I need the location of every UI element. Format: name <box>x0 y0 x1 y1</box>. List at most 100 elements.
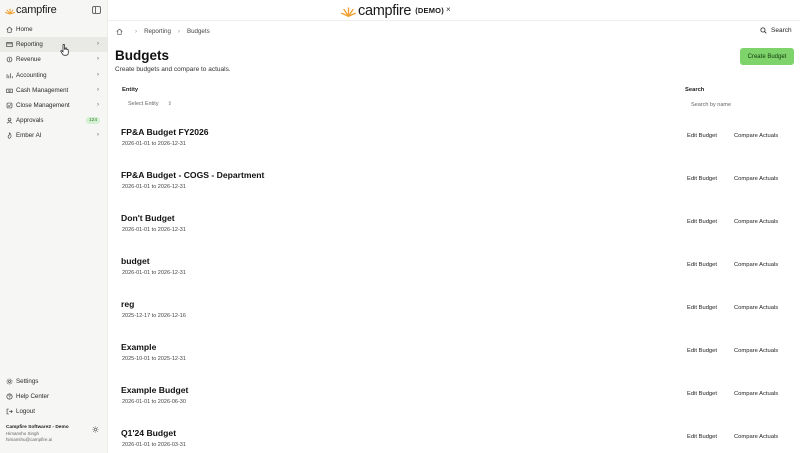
entity-select[interactable]: Select Entity ⇕ <box>128 101 172 107</box>
edit-budget-button[interactable]: Edit Budget <box>687 176 717 182</box>
budget-name[interactable]: Example <box>121 342 156 352</box>
chevron-right-icon: › <box>97 56 99 63</box>
sidebar-item-cash-management[interactable]: Cash Management › <box>0 83 108 98</box>
budget-dates: 2026-01-01 to 2026-06-30 <box>122 399 186 405</box>
budget-row[interactable]: FP&A Budget FY2026 2026-01-01 to 2026-12… <box>108 127 800 170</box>
reporting-icon <box>6 41 13 48</box>
entity-filter-label: Entity <box>122 87 139 93</box>
budget-row[interactable]: budget 2026-01-01 to 2026-12-31 Edit Bud… <box>108 256 800 299</box>
breadcrumb-budgets: Budgets <box>186 28 210 35</box>
logout-icon <box>6 408 13 415</box>
edit-budget-button[interactable]: Edit Budget <box>687 391 717 397</box>
cash-icon <box>6 87 13 94</box>
budget-row[interactable]: Don't Budget 2026-01-01 to 2026-12-31 Ed… <box>108 213 800 256</box>
main-content: › Reporting › Budgets Search Budgets Cre… <box>108 21 800 453</box>
edit-budget-button[interactable]: Edit Budget <box>687 434 717 440</box>
budget-dates: 2026-01-01 to 2026-12-31 <box>122 227 186 233</box>
help-icon <box>6 393 13 400</box>
edit-budget-button[interactable]: Edit Budget <box>687 262 717 268</box>
budget-name[interactable]: Don't Budget <box>121 213 175 223</box>
campfire-flame-icon <box>341 6 356 17</box>
campfire-logo[interactable]: campfire <box>5 3 57 17</box>
approvals-count-badge: 124 <box>85 116 100 124</box>
budget-dates: 2025-10-01 to 2025-12-31 <box>122 356 186 362</box>
sidebar-item-revenue[interactable]: Revenue › <box>0 52 108 67</box>
sidebar: campfire Home Reporting › Revenue › Acco… <box>0 0 108 453</box>
budget-name[interactable]: FP&A Budget FY2026 <box>121 127 209 137</box>
budget-dates: 2026-01-01 to 2026-12-31 <box>122 184 186 190</box>
sidebar-item-label: Approvals <box>16 117 44 125</box>
search-icon <box>760 27 767 34</box>
edit-budget-button[interactable]: Edit Budget <box>687 348 717 354</box>
theme-toggle-icon[interactable] <box>92 426 99 433</box>
budget-row[interactable]: FP&A Budget - COGS - Department 2026-01-… <box>108 170 800 213</box>
sidebar-item-ember-ai[interactable]: Ember AI › <box>0 128 108 143</box>
revenue-icon <box>6 56 13 63</box>
sidebar-item-label: Revenue <box>16 56 41 64</box>
compare-actuals-button[interactable]: Compare Actuals <box>734 219 778 225</box>
logo-text: campfire <box>16 4 57 16</box>
breadcrumb-home-icon[interactable] <box>116 28 123 35</box>
sidebar-item-label: Close Management <box>16 102 70 110</box>
budget-dates: 2026-01-01 to 2026-03-31 <box>122 442 186 448</box>
sidebar-item-reporting[interactable]: Reporting › <box>0 37 108 53</box>
compare-actuals-button[interactable]: Compare Actuals <box>734 262 778 268</box>
edit-budget-button[interactable]: Edit Budget <box>687 305 717 311</box>
chevron-right-icon: › <box>97 132 99 139</box>
breadcrumb-separator-icon: › <box>177 28 180 35</box>
global-search-button[interactable]: Search <box>760 27 792 34</box>
sidebar-item-label: Help Center <box>16 393 50 401</box>
compare-actuals-button[interactable]: Compare Actuals <box>734 133 778 139</box>
compare-actuals-button[interactable]: Compare Actuals <box>734 348 778 354</box>
budget-dates: 2026-01-01 to 2026-12-31 <box>122 270 186 276</box>
chevron-right-icon: › <box>97 41 99 48</box>
sidebar-nav: Home Reporting › Revenue › Accounting › <box>0 22 108 144</box>
compare-actuals-button[interactable]: Compare Actuals <box>734 176 778 182</box>
budget-row[interactable]: Q1'24 Budget 2026-01-01 to 2026-03-31 Ed… <box>108 428 800 453</box>
org-name: Campfire Software2 - Demo <box>6 425 69 430</box>
banner-brand-text: campfire <box>358 2 412 19</box>
budget-dates: 2025-12-17 to 2026-12-16 <box>122 313 186 319</box>
budget-row[interactable]: reg 2025-12-17 to 2026-12-16 Edit Budget… <box>108 299 800 342</box>
campfire-flame-icon <box>5 8 15 14</box>
budget-name[interactable]: reg <box>121 299 134 309</box>
compare-actuals-button[interactable]: Compare Actuals <box>734 434 778 440</box>
account-info[interactable]: Campfire Software2 - Demo Himanshu Singh… <box>6 425 104 442</box>
budget-name[interactable]: Q1'24 Budget <box>121 428 176 438</box>
global-search-label: Search <box>771 27 792 34</box>
close-icon <box>6 102 13 109</box>
sidebar-item-logout[interactable]: Logout <box>0 404 108 419</box>
banner-close-icon[interactable]: × <box>446 5 451 14</box>
budget-search-input[interactable] <box>686 99 786 111</box>
sidebar-item-approvals[interactable]: Approvals 124 <box>0 113 108 128</box>
edit-budget-button[interactable]: Edit Budget <box>687 133 717 139</box>
entity-select-value: Select Entity <box>128 101 159 107</box>
sidebar-collapse-icon[interactable] <box>92 6 101 14</box>
sidebar-item-home[interactable]: Home <box>0 22 108 37</box>
sidebar-item-label: Logout <box>16 408 35 416</box>
home-icon <box>6 26 13 33</box>
banner-demo-tag: (DEMO) <box>415 6 444 15</box>
budget-name[interactable]: Example Budget <box>121 385 188 395</box>
approvals-icon <box>6 117 13 124</box>
sidebar-item-label: Accounting <box>16 71 47 79</box>
sidebar-item-label: Reporting <box>16 41 43 49</box>
sidebar-item-settings[interactable]: Settings <box>0 374 108 389</box>
demo-banner: campfire (DEMO) × <box>108 0 800 21</box>
chevron-right-icon: › <box>97 86 99 93</box>
budget-row[interactable]: Example Budget 2026-01-01 to 2026-06-30 … <box>108 385 800 428</box>
compare-actuals-button[interactable]: Compare Actuals <box>734 391 778 397</box>
sidebar-item-help-center[interactable]: Help Center <box>0 389 108 404</box>
budget-name[interactable]: FP&A Budget - COGS - Department <box>121 170 264 180</box>
budget-dates: 2026-01-01 to 2026-12-31 <box>122 141 186 147</box>
edit-budget-button[interactable]: Edit Budget <box>687 219 717 225</box>
user-name: Himanshu Singh <box>6 431 40 436</box>
budget-row[interactable]: Example 2025-10-01 to 2025-12-31 Edit Bu… <box>108 342 800 385</box>
page-subtitle: Create budgets and compare to actuals. <box>115 66 231 73</box>
sidebar-item-accounting[interactable]: Accounting › <box>0 68 108 83</box>
create-budget-button[interactable]: Create Budget <box>740 48 794 65</box>
breadcrumb-reporting[interactable]: Reporting <box>144 28 171 35</box>
compare-actuals-button[interactable]: Compare Actuals <box>734 305 778 311</box>
sidebar-item-close-management[interactable]: Close Management › <box>0 98 108 113</box>
budget-name[interactable]: budget <box>121 256 150 266</box>
